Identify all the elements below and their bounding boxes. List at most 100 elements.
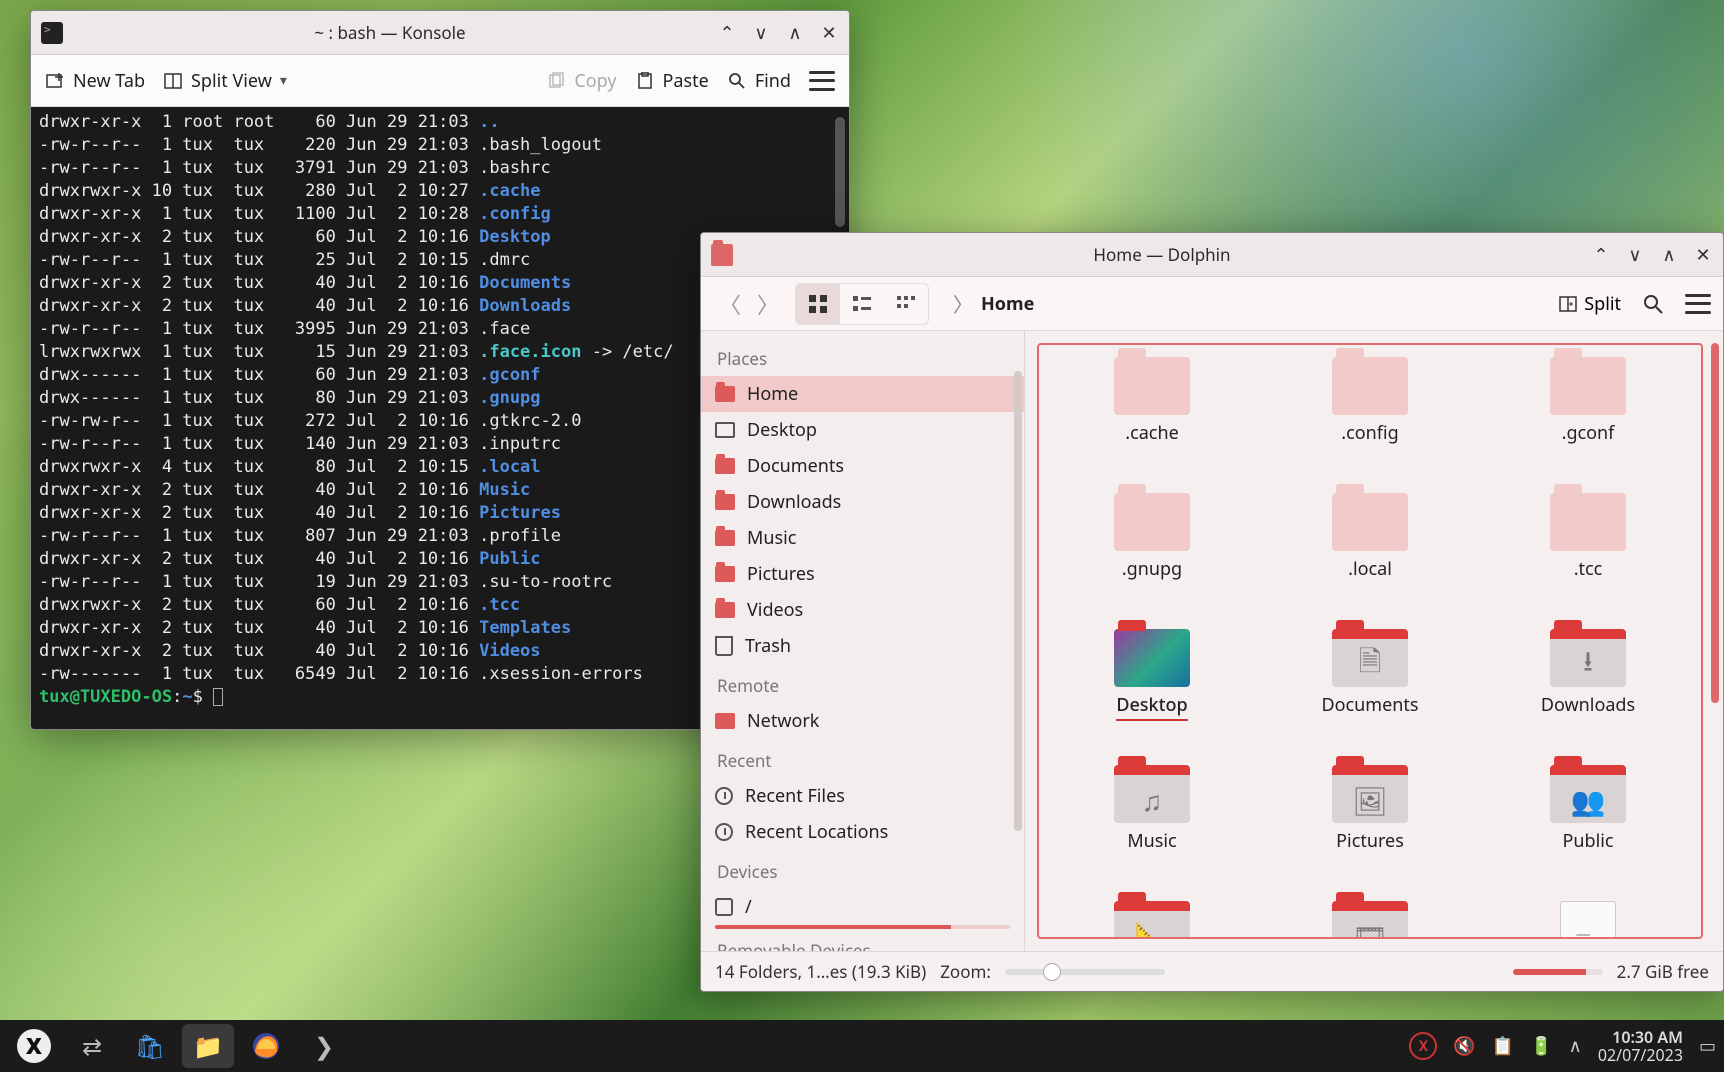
view-mode-group	[795, 283, 929, 325]
folder-icon: 🖼	[1332, 765, 1408, 823]
sidebar-item-downloads[interactable]: Downloads	[701, 484, 1024, 520]
breadcrumb[interactable]: 〉 Home	[953, 289, 1034, 318]
keep-above-button[interactable]: ⌃	[717, 23, 737, 43]
folder-icon: 🎞	[1332, 901, 1408, 939]
sidebar-item-recent-locations[interactable]: Recent Locations	[701, 814, 1024, 850]
clock[interactable]: 10:30 AM 02/07/2023	[1598, 1028, 1683, 1064]
new-tab-button[interactable]: New Tab	[45, 69, 145, 93]
places-sidebar: PlacesHomeDesktopDocumentsDownloadsMusic…	[701, 331, 1025, 951]
discover-button[interactable]: 🛍	[124, 1024, 176, 1068]
file-item[interactable]: 🗎Documents	[1290, 629, 1450, 761]
app-launcher-button[interactable]: X	[8, 1024, 60, 1068]
file-item[interactable]: ♫Music	[1072, 765, 1232, 897]
dolphin-toolbar: 〈 〉 〉 Home Split	[701, 277, 1723, 331]
task-manager-button[interactable]: ⇄	[66, 1024, 118, 1068]
sidebar-item-desktop[interactable]: Desktop	[701, 412, 1024, 448]
red-icon	[715, 530, 735, 546]
file-item[interactable]: ⭳Downloads	[1508, 629, 1668, 761]
breadcrumb-home[interactable]: Home	[981, 292, 1034, 316]
maximize-button[interactable]: ∧	[1659, 245, 1679, 265]
fileview-scrollbar[interactable]	[1711, 343, 1719, 703]
sidebar-item-recent-files[interactable]: Recent Files	[701, 778, 1024, 814]
sidebar-item--[interactable]: /	[701, 889, 1024, 925]
close-button[interactable]: ✕	[1693, 245, 1713, 265]
file-item[interactable]: 🎞	[1290, 901, 1450, 939]
red-icon	[715, 566, 735, 582]
hamburger-menu-button[interactable]	[809, 71, 835, 91]
tray-expand-icon[interactable]: ∧	[1569, 1034, 1582, 1058]
konsole-titlebar[interactable]: ~ : bash — Konsole ⌃ ∨ ∧ ✕	[31, 11, 849, 55]
split-icon	[1558, 294, 1578, 314]
file-item[interactable]: .config	[1290, 357, 1450, 489]
sidebar-item-network[interactable]: Network	[701, 703, 1024, 739]
sidebar-scrollbar[interactable]	[1014, 371, 1022, 831]
file-item[interactable]: 👥Public	[1508, 765, 1668, 897]
dolphin-task-button[interactable]: 📁	[182, 1024, 234, 1068]
hamburger-menu-button[interactable]	[1685, 294, 1711, 314]
minimize-button[interactable]: ∨	[751, 23, 771, 43]
maximize-button[interactable]: ∧	[785, 23, 805, 43]
keep-above-button[interactable]: ⌃	[1591, 245, 1611, 265]
file-item[interactable]: .gnupg	[1072, 493, 1232, 625]
sidebar-heading: Devices	[701, 850, 1024, 889]
split-button[interactable]: Split	[1558, 292, 1621, 316]
paste-icon	[635, 71, 655, 91]
paste-button[interactable]: Paste	[635, 69, 709, 93]
sidebar-item-pictures[interactable]: Pictures	[701, 556, 1024, 592]
file-item[interactable]: .local	[1290, 493, 1450, 625]
sidebar-item-label: Trash	[745, 634, 791, 658]
details-view-button[interactable]	[884, 284, 928, 324]
icons-view-button[interactable]	[796, 284, 840, 324]
zoom-slider[interactable]	[1005, 969, 1165, 975]
file-item[interactable]: .gconf	[1508, 357, 1668, 489]
terminal-icon	[41, 22, 63, 44]
split-label: Split	[1584, 292, 1621, 316]
sidebar-item-documents[interactable]: Documents	[701, 448, 1024, 484]
sidebar-item-music[interactable]: Music	[701, 520, 1024, 556]
file-grid[interactable]: .cache .config .gconf .gnupg .local .tcc Deskt…	[1037, 343, 1703, 939]
sidebar-item-label: Network	[747, 709, 819, 733]
file-item[interactable]: .cache	[1072, 357, 1232, 489]
sidebar-item-trash[interactable]: Trash	[701, 628, 1024, 664]
clock-date: 02/07/2023	[1598, 1046, 1683, 1064]
copy-button[interactable]: Copy	[546, 69, 616, 93]
disk-icon	[715, 898, 733, 916]
battery-icon[interactable]: 🔋	[1530, 1034, 1552, 1058]
firefox-task-button[interactable]	[240, 1024, 292, 1068]
sidebar-item-label: Recent Locations	[745, 820, 888, 844]
file-item[interactable]: Desktop	[1072, 629, 1232, 761]
back-button[interactable]: 〈	[713, 287, 747, 321]
split-view-button[interactable]: Split View ▾	[163, 69, 287, 93]
find-button[interactable]: Find	[727, 69, 791, 93]
file-item-label: Pictures	[1336, 829, 1404, 853]
trash-icon	[715, 636, 733, 656]
file-item[interactable]	[1508, 901, 1668, 939]
file-item-label: .gnupg	[1122, 557, 1182, 581]
sidebar-item-videos[interactable]: Videos	[701, 592, 1024, 628]
volume-muted-icon[interactable]: 🔇	[1453, 1034, 1475, 1058]
file-item[interactable]: 🖼 Pictures	[1290, 765, 1450, 897]
sidebar-item-label: Desktop	[747, 418, 817, 442]
compact-view-button[interactable]	[840, 284, 884, 324]
sidebar-item-home[interactable]: Home	[701, 376, 1024, 412]
forward-button[interactable]: 〉	[751, 287, 785, 321]
free-space-text: 2.7 GiB free	[1617, 960, 1709, 983]
copy-icon	[546, 71, 566, 91]
show-desktop-icon[interactable]: ▭	[1699, 1034, 1716, 1058]
red-icon	[715, 494, 735, 510]
clipboard-icon[interactable]: 📋	[1492, 1034, 1514, 1058]
file-item[interactable]: .tcc	[1508, 493, 1668, 625]
tuxedo-control-icon[interactable]: X	[1409, 1032, 1437, 1060]
file-item[interactable]: 📐	[1072, 901, 1232, 939]
folder-icon	[1332, 357, 1408, 415]
folder-icon	[1114, 629, 1190, 687]
search-button[interactable]	[1639, 290, 1667, 318]
sidebar-item-label: Videos	[747, 598, 803, 622]
folder-icon	[1332, 493, 1408, 551]
folder-icon: 👥	[1550, 765, 1626, 823]
dolphin-titlebar[interactable]: Home — Dolphin ⌃ ∨ ∧ ✕	[701, 233, 1723, 277]
minimize-button[interactable]: ∨	[1625, 245, 1645, 265]
close-button[interactable]: ✕	[819, 23, 839, 43]
konsole-task-button[interactable]: ❯	[298, 1024, 350, 1068]
folder-icon	[1550, 357, 1626, 415]
